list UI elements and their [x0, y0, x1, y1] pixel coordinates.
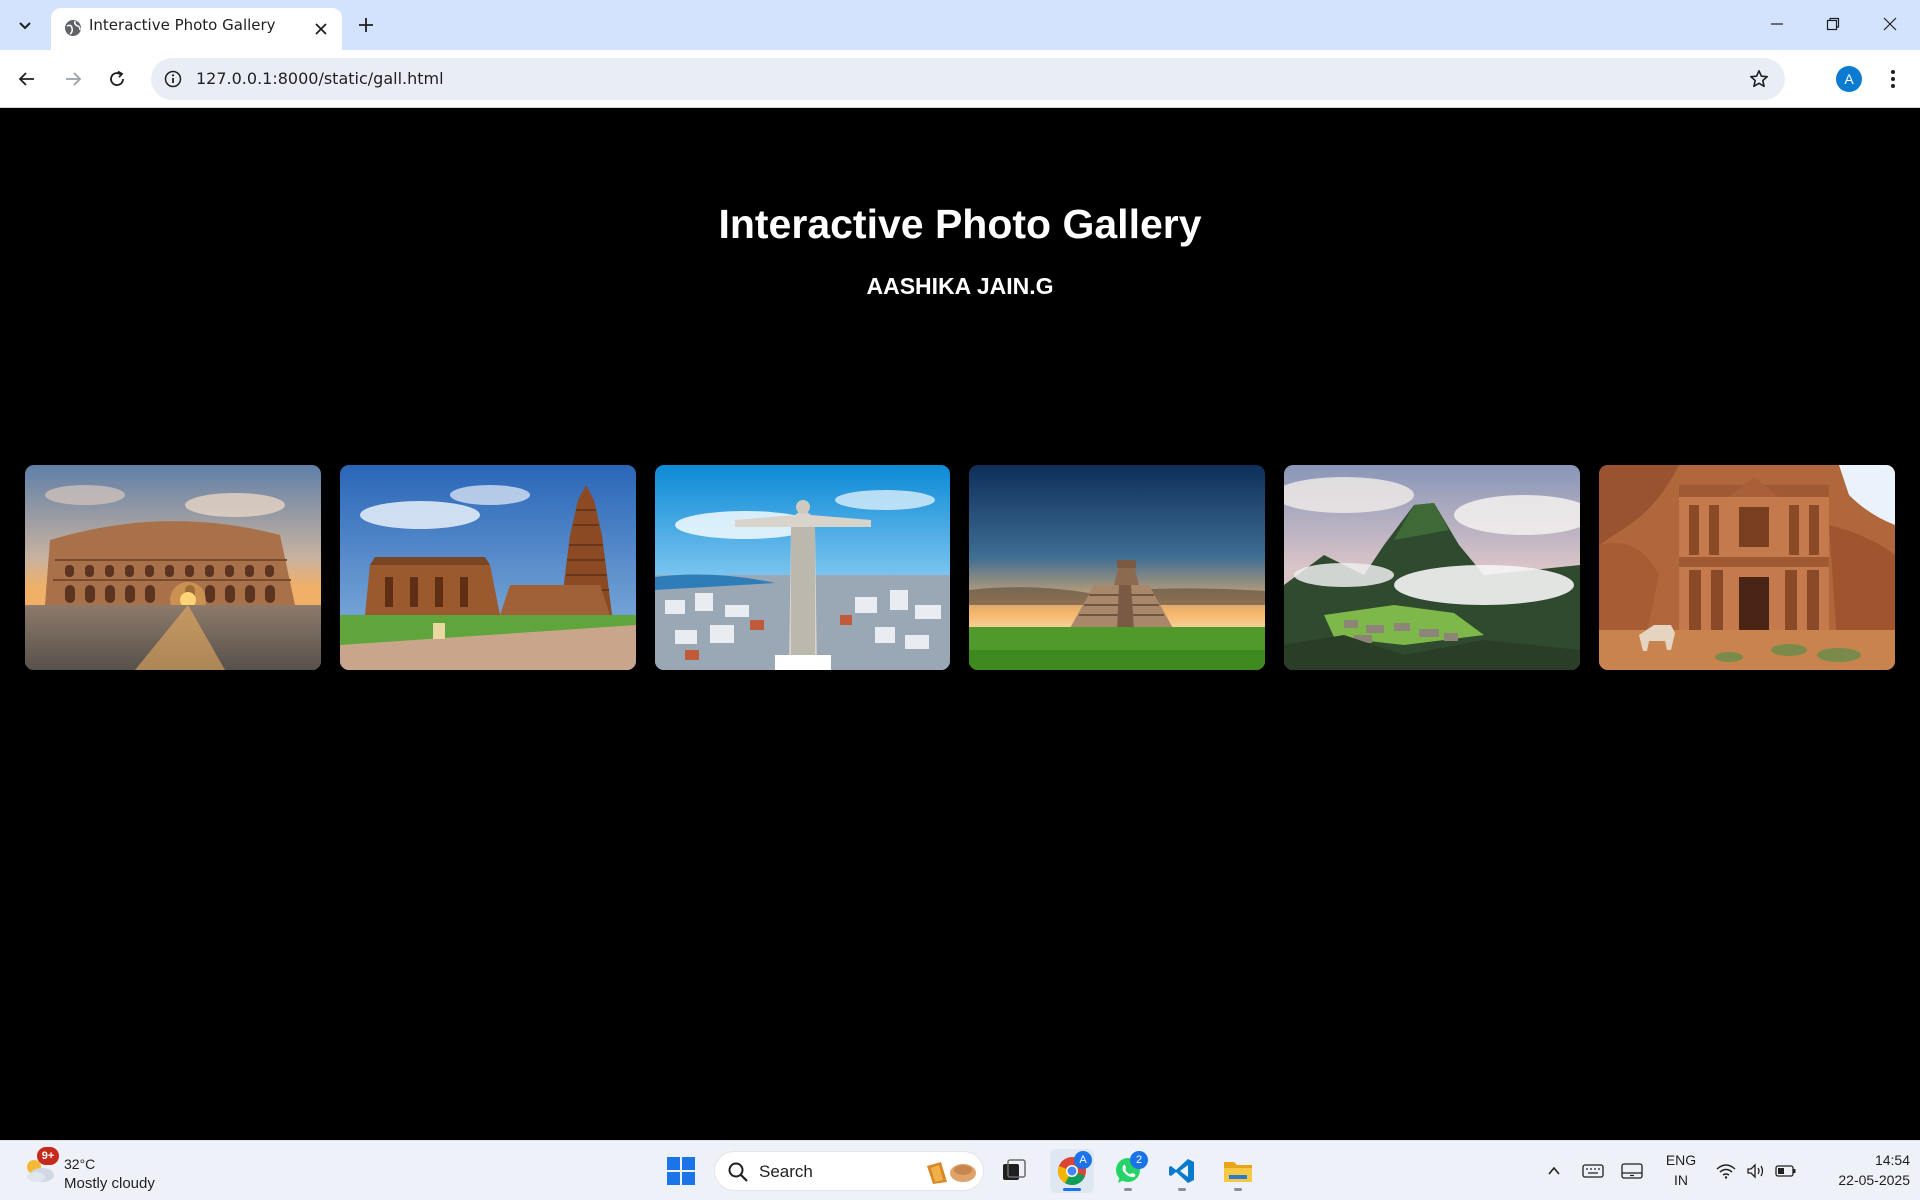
gallery-photo-christ-statue[interactable]: [654, 465, 951, 670]
weather-condition: Mostly cloudy: [64, 1175, 155, 1192]
clock-time: 14:54: [1874, 1152, 1910, 1168]
gallery-photo-petra[interactable]: [1599, 465, 1895, 670]
reload-button[interactable]: [101, 63, 133, 95]
arrow-left-icon: [18, 72, 34, 86]
vscode-icon: [1169, 1159, 1194, 1183]
clock-date: 22-05-2025: [1838, 1172, 1910, 1188]
running-indicator: [1234, 1188, 1242, 1191]
plus-icon: [359, 18, 373, 32]
battery-button[interactable]: [1774, 1151, 1798, 1191]
restore-icon: [1826, 17, 1840, 31]
page-content: Interactive Photo Gallery AASHIKA JAIN.G: [0, 109, 1920, 1140]
mayan-pyramid-photo: [969, 465, 1266, 670]
minimize-icon: [1771, 23, 1783, 25]
tab-title: Interactive Photo Gallery: [89, 16, 276, 34]
folder-icon: [1224, 1162, 1252, 1182]
weather-widget[interactable]: 9+ 32°C Mostly cloudy: [20, 1147, 180, 1195]
christ-statue-photo: [654, 465, 951, 670]
wifi-icon: [1716, 1164, 1736, 1179]
chevron-down-icon: [19, 22, 31, 30]
tab-search-button[interactable]: [10, 12, 40, 38]
network-button[interactable]: [1714, 1151, 1738, 1191]
close-window-button[interactable]: [1870, 8, 1910, 40]
active-tab[interactable]: Interactive Photo Gallery: [51, 8, 342, 50]
arrow-right-icon: [66, 72, 82, 86]
back-button[interactable]: [11, 63, 43, 95]
volume-button[interactable]: [1744, 1151, 1768, 1191]
search-highlight-icon: [927, 1162, 976, 1184]
close-icon: [315, 23, 327, 35]
touch-keyboard-button[interactable]: [1580, 1151, 1606, 1191]
globe-icon: [65, 20, 81, 36]
taskbar: 9+ 32°C Mostly cloudy Search A 2 ENG IN …: [0, 1140, 1920, 1200]
chevron-up-icon: [1548, 1166, 1560, 1175]
tablet-icon: [1621, 1163, 1643, 1179]
gallery-photo-machu-picchu[interactable]: [1284, 465, 1581, 670]
task-view-button[interactable]: [992, 1149, 1036, 1193]
new-tab-button[interactable]: [354, 12, 378, 38]
photo-gallery: [25, 465, 1895, 670]
running-indicator: [1063, 1188, 1081, 1191]
windows-icon: [667, 1157, 695, 1185]
search-placeholder: Search: [759, 1162, 813, 1181]
battery-icon: [1775, 1165, 1796, 1177]
keyboard-icon: [1582, 1164, 1604, 1178]
system-clock[interactable]: 14:54 22-05-2025: [1810, 1150, 1910, 1190]
gallery-photo-colosseum[interactable]: [25, 465, 321, 670]
site-info-button[interactable]: [161, 67, 185, 91]
whatsapp-unread-badge: 2: [1130, 1151, 1148, 1169]
colosseum-photo: [25, 465, 321, 670]
chrome-profile-badge: A: [1074, 1151, 1092, 1169]
running-indicator: [1124, 1188, 1132, 1191]
profile-avatar[interactable]: A: [1836, 66, 1862, 92]
url-text: 127.0.0.1:8000/static/gall.html: [196, 69, 444, 88]
tab-close-button[interactable]: [309, 17, 333, 41]
minimize-button[interactable]: [1757, 8, 1797, 40]
info-icon: [164, 70, 182, 88]
gallery-photo-pyramid[interactable]: [969, 465, 1266, 670]
weather-temperature: 32°C: [64, 1156, 96, 1172]
address-bar[interactable]: 127.0.0.1:8000/static/gall.html: [151, 58, 1785, 100]
taskbar-search[interactable]: Search: [714, 1151, 984, 1191]
language-indicator[interactable]: ENG IN: [1660, 1150, 1702, 1190]
bookmark-button[interactable]: [1747, 67, 1771, 91]
petra-monastery-photo: [1599, 465, 1895, 670]
search-icon: [728, 1162, 748, 1182]
taskbar-chrome[interactable]: A: [1050, 1149, 1094, 1193]
task-view-icon: [1003, 1159, 1026, 1180]
pen-menu-button[interactable]: [1619, 1151, 1645, 1191]
taskbar-file-explorer[interactable]: [1216, 1149, 1260, 1193]
forward-button[interactable]: [57, 63, 89, 95]
browser-menu-button[interactable]: [1878, 64, 1908, 94]
show-hidden-icons-button[interactable]: [1542, 1151, 1566, 1191]
gallery-photo-temple[interactable]: [339, 465, 636, 670]
page-title: Interactive Photo Gallery: [718, 201, 1202, 247]
browser-toolbar: 127.0.0.1:8000/static/gall.html A: [0, 50, 1920, 108]
restore-button[interactable]: [1813, 8, 1853, 40]
speaker-icon: [1747, 1163, 1764, 1179]
notification-badge: 9+: [37, 1147, 59, 1165]
reload-icon: [110, 70, 124, 86]
taskbar-vscode[interactable]: [1160, 1149, 1204, 1193]
star-icon: [1750, 70, 1768, 88]
language-region: IN: [1674, 1172, 1688, 1188]
machu-picchu-photo: [1284, 465, 1581, 670]
close-icon: [1883, 17, 1897, 31]
taskbar-whatsapp[interactable]: 2: [1106, 1149, 1150, 1193]
start-button[interactable]: [659, 1149, 703, 1193]
page-subtitle: AASHIKA JAIN.G: [866, 273, 1054, 299]
language-code: ENG: [1665, 1152, 1697, 1168]
temple-tower-photo: [339, 465, 636, 670]
browser-tab-strip: Interactive Photo Gallery: [0, 0, 1920, 50]
more-vert-icon: [1891, 70, 1895, 88]
running-indicator: [1178, 1188, 1186, 1191]
